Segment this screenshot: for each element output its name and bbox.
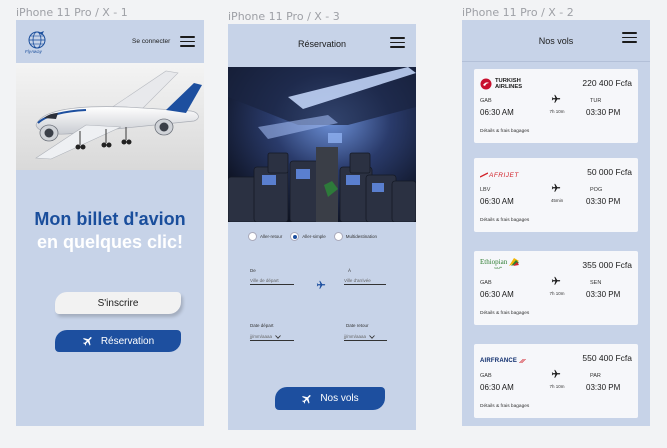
details-baggage-link[interactable]: Détails & frais bagages	[480, 311, 529, 316]
flight-price: 220 400 Fcfa	[582, 78, 632, 88]
airplane-icon	[302, 394, 311, 404]
airline-logo-text: Ethiopian	[480, 258, 508, 266]
details-baggage-link[interactable]: Détails & frais bagages	[480, 404, 529, 409]
trip-type-group: Aller-retour Aller-simple Multidestinati…	[248, 232, 377, 241]
radio-multi-destination[interactable]: Multidestination	[333, 232, 378, 241]
hamburger-menu-icon[interactable]	[622, 32, 637, 43]
chevron-down-icon	[275, 334, 281, 339]
details-baggage-link[interactable]: Détails & frais bagages	[480, 129, 529, 134]
return-date-label: Date retour	[346, 323, 369, 328]
date-placeholder: jj/mm/aaaa	[344, 334, 367, 339]
search-flights-button[interactable]: Nos vols	[275, 387, 385, 410]
reservation-screen: Réservation Aller-retour Aller-simple Mu…	[228, 24, 416, 430]
details-baggage-link[interactable]: Détails & frais bagages	[480, 218, 529, 223]
header-divider	[462, 61, 650, 62]
arrival-code: POG	[590, 187, 603, 193]
departure-code: LBV	[480, 187, 491, 193]
airplane-icon	[551, 276, 561, 285]
hamburger-menu-icon[interactable]	[180, 36, 195, 47]
flight-price: 50 000 Fcfa	[587, 167, 632, 177]
radio-dot-selected	[290, 232, 300, 241]
to-label: À	[348, 268, 352, 273]
flight-duration: 45min	[550, 198, 564, 203]
radio-label: Multidestination	[345, 234, 378, 239]
airline-logo-text: AIRLINES	[495, 84, 523, 90]
flight-duration: 7h 10m	[549, 291, 565, 296]
arrival-code: SEN	[590, 280, 602, 286]
flight-card[interactable]: Ethiopian ፍጹም 355 000 Fcfa GAB 06:30 AM …	[474, 251, 638, 325]
search-flights-button-label: Nos vols	[320, 393, 359, 404]
arrival-code: TUR	[590, 98, 602, 104]
radio-dot	[248, 232, 257, 241]
airline-logo-text: AFRIJET	[489, 171, 519, 179]
hero-title-line1: Mon billet d'avion	[34, 209, 186, 229]
afrijet-logo-icon	[480, 172, 488, 178]
airline-logo-airfrance: AIRFRANCE	[480, 354, 527, 368]
sign-in-link[interactable]: Se connecter	[132, 38, 170, 45]
departure-time: 06:30 AM	[480, 108, 514, 117]
radio-one-way[interactable]: Aller-simple	[290, 232, 326, 241]
frame-label-reservation: iPhone 11 Pro / X - 3	[228, 10, 340, 23]
home-screen: FlyAway Se connecter Mon billet d'avion …	[16, 20, 204, 426]
chevron-down-icon	[369, 334, 375, 339]
departure-code: GAB	[480, 280, 492, 286]
frame-label-home: iPhone 11 Pro / X - 1	[16, 6, 128, 19]
airplane-icon	[316, 280, 326, 289]
departure-time: 06:30 AM	[480, 383, 514, 392]
to-input[interactable]: Ville d'arrivée	[344, 278, 386, 285]
airplane-icon	[551, 369, 561, 378]
airline-logo-turkish: TURKISH AIRLINES	[480, 77, 522, 91]
flight-price: 355 000 Fcfa	[582, 260, 632, 270]
reservation-button-label: Réservation	[100, 335, 155, 347]
departure-time: 06:30 AM	[480, 290, 514, 299]
flight-card[interactable]: TURKISH AIRLINES 220 400 Fcfa GAB 06:30 …	[474, 69, 638, 143]
ethiopian-logo-icon	[509, 258, 520, 266]
airplane-icon	[551, 183, 561, 192]
airline-logo-afrijet: AFRIJET	[480, 168, 519, 182]
departure-time: 06:30 AM	[480, 197, 514, 206]
airfrance-logo-icon	[519, 359, 527, 363]
arrival-time: 03:30 PM	[586, 108, 621, 117]
logo-text: FlyAway	[25, 49, 42, 54]
flights-screen: Nos vols TURKISH AIRLINES 220 400 Fcfa G…	[462, 20, 650, 426]
radio-dot	[333, 232, 343, 241]
from-label: De	[250, 268, 256, 273]
turkish-airlines-logo-icon	[480, 78, 492, 90]
flight-duration: 7h 10m	[549, 109, 565, 114]
arrival-time: 03:30 PM	[586, 197, 621, 206]
airplane-cabin-image	[228, 67, 416, 222]
airplane-hero-image	[16, 63, 204, 170]
reservation-button[interactable]: Réservation	[55, 330, 181, 352]
radio-round-trip[interactable]: Aller-retour	[248, 232, 282, 241]
page-title: Réservation	[297, 39, 347, 49]
flight-card[interactable]: AFRIJET 50 000 Fcfa LBV 06:30 AM 45min P…	[474, 158, 638, 232]
flight-price: 550 400 Fcfa	[582, 353, 632, 363]
radio-label: Aller-retour	[260, 234, 283, 239]
hero-title-line2: en quelques clic!	[36, 232, 184, 252]
depart-date-input[interactable]: jj/mm/aaaa	[250, 334, 294, 341]
airplane-icon	[82, 337, 92, 346]
airline-logo-text: AIRFRANCE	[480, 358, 518, 364]
airline-logo-ethiopian: Ethiopian ፍጹም	[480, 257, 520, 271]
arrival-time: 03:30 PM	[586, 383, 621, 392]
return-date-input[interactable]: jj/mm/aaaa	[344, 334, 387, 341]
radio-label: Aller-simple	[302, 234, 326, 239]
from-input[interactable]: Ville de départ	[250, 278, 294, 285]
departure-code: GAB	[480, 373, 492, 379]
signup-button-label: S'inscrire	[97, 297, 139, 309]
signup-button[interactable]: S'inscrire	[55, 292, 181, 314]
date-placeholder: jj/mm/aaaa	[250, 334, 273, 339]
flight-duration: 7h 10m	[549, 384, 565, 389]
departure-code: GAB	[480, 98, 492, 104]
depart-date-label: Date départ	[250, 323, 274, 328]
hamburger-menu-icon[interactable]	[390, 37, 405, 48]
flight-card[interactable]: AIRFRANCE 550 400 Fcfa GAB 06:30 AM 7h 1…	[474, 344, 638, 418]
airplane-icon	[551, 94, 561, 103]
arrival-time: 03:30 PM	[586, 290, 621, 299]
arrival-code: PAR	[590, 373, 601, 379]
frame-label-flights: iPhone 11 Pro / X - 2	[462, 6, 574, 19]
